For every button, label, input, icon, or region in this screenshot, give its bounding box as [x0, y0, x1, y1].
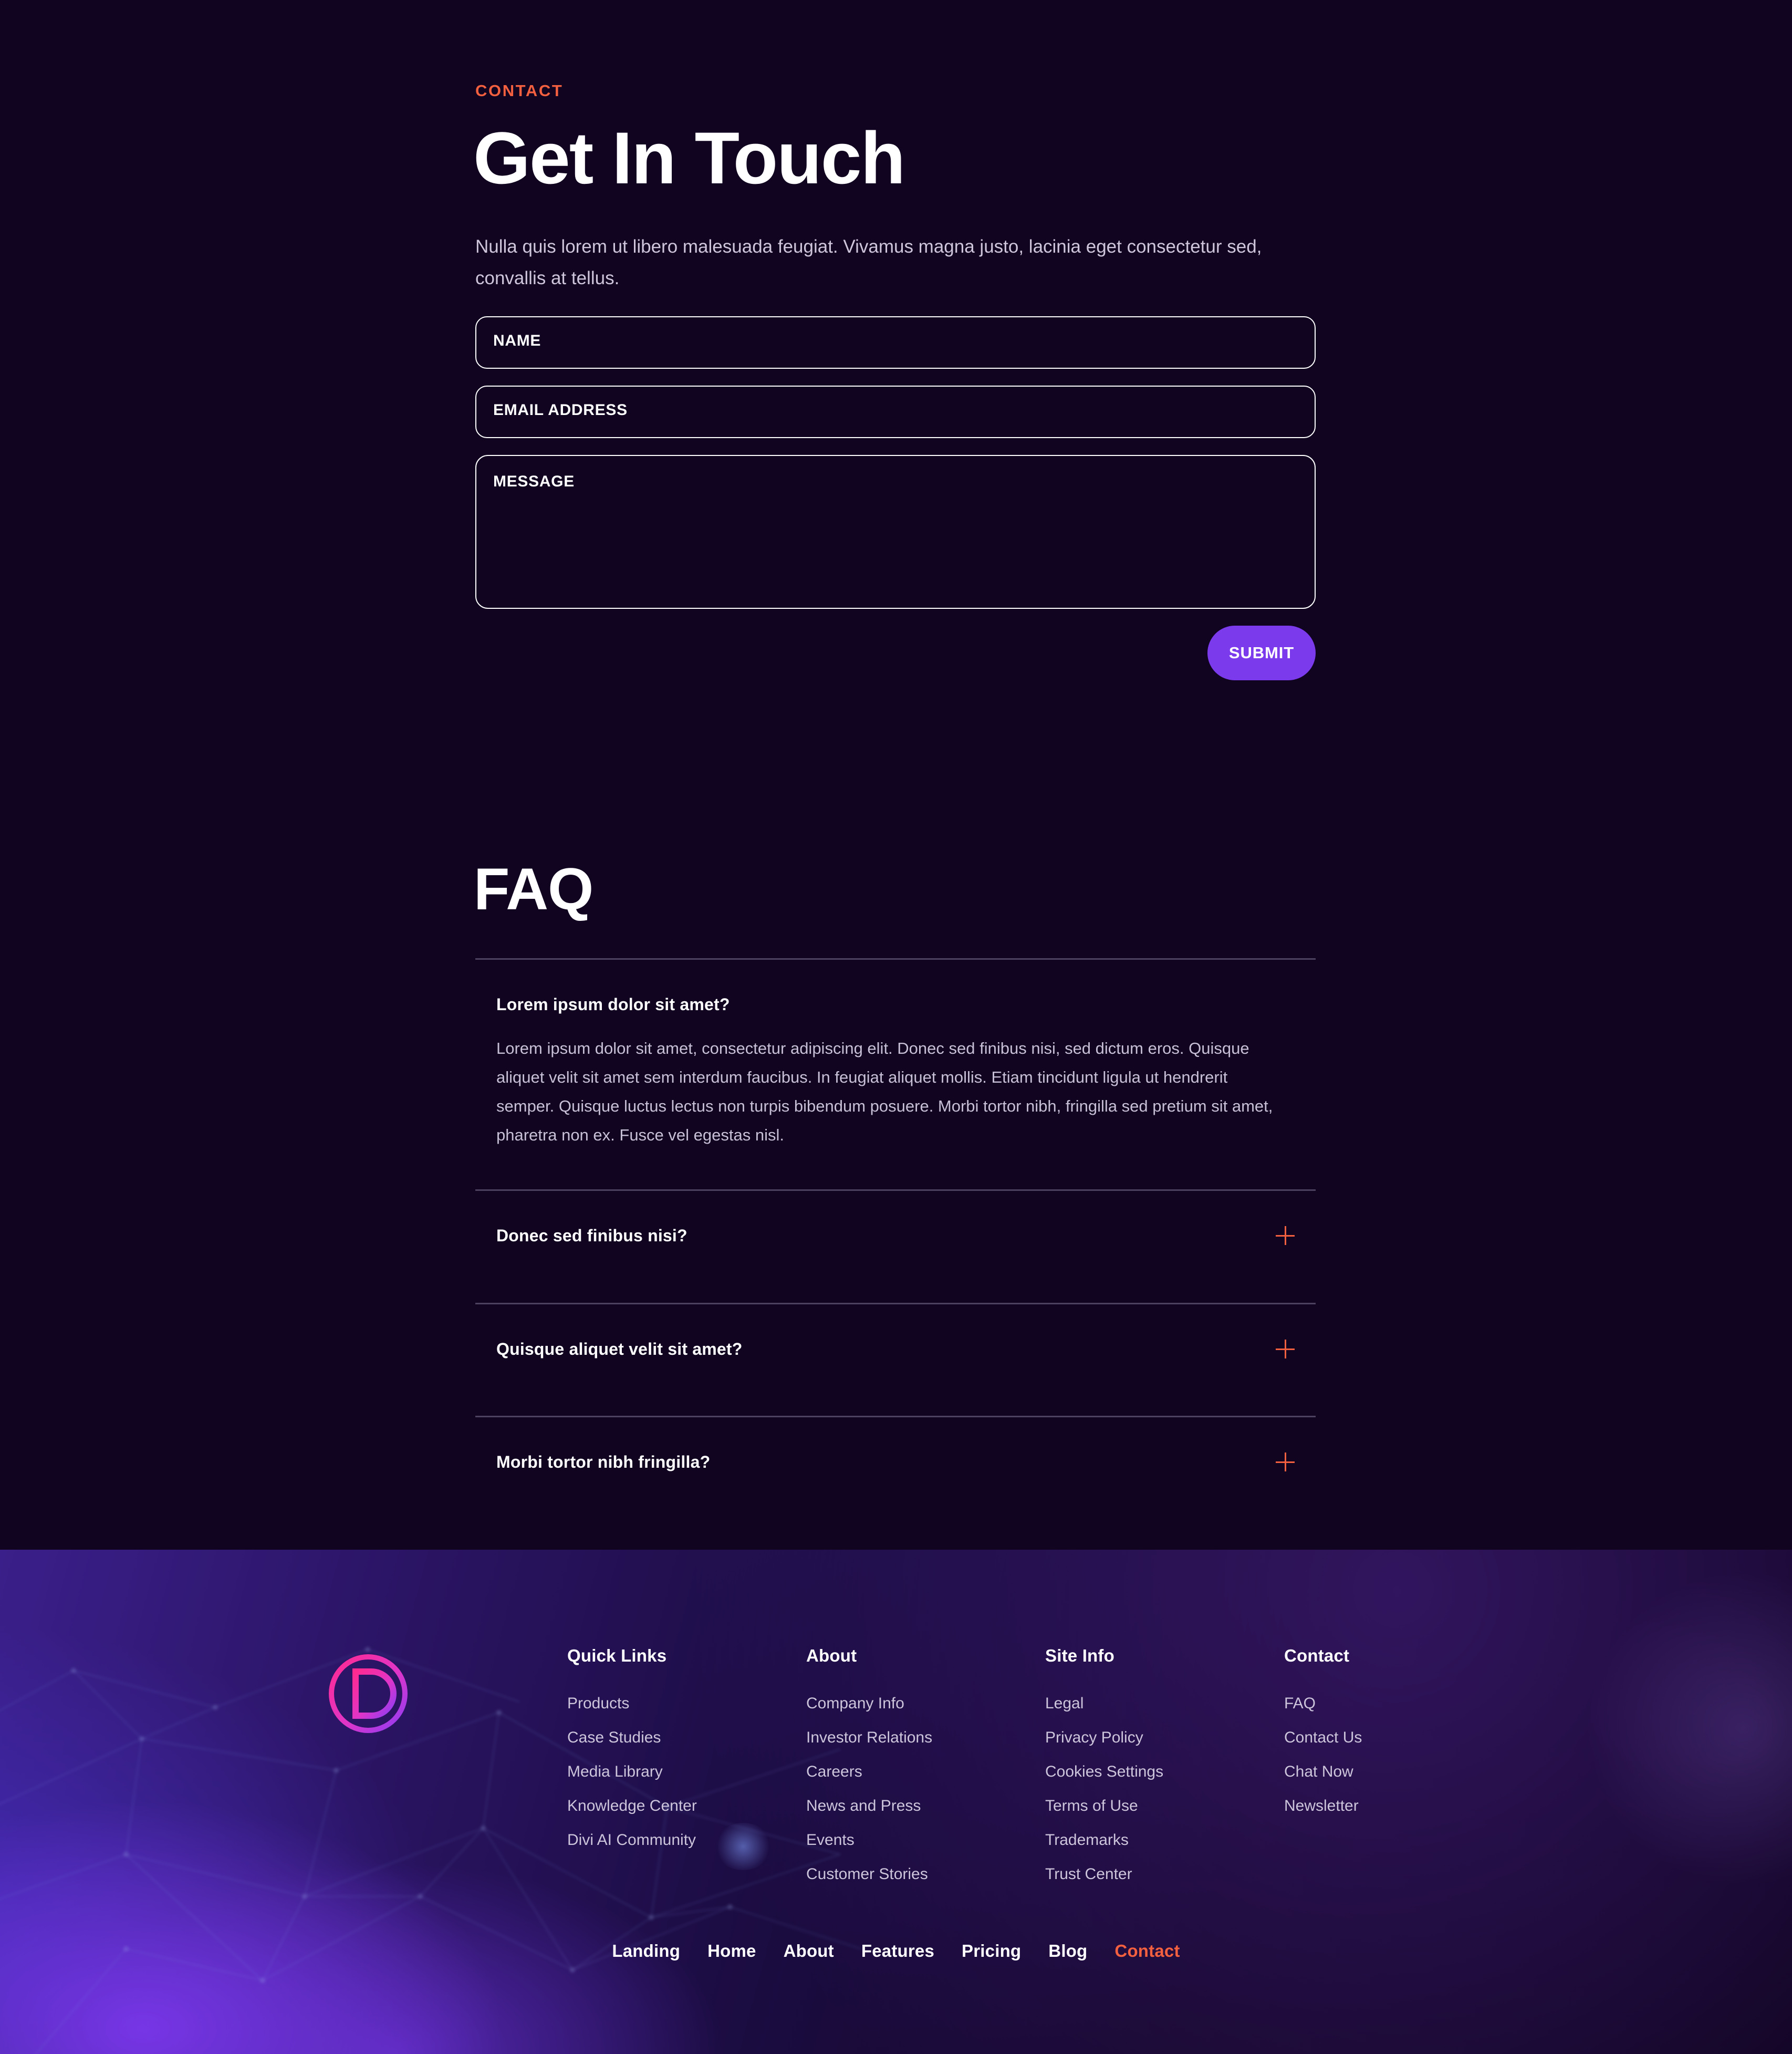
contact-page: CONTACT Get In Touch Nulla quis lorem ut… [0, 0, 1792, 2054]
footer-link[interactable]: Customer Stories [806, 1866, 1045, 1882]
footer-column-about: About Company Info Investor Relations Ca… [806, 1647, 1045, 1901]
plus-icon[interactable] [1276, 1339, 1295, 1358]
faq-list: Lorem ipsum dolor sit amet? Lorem ipsum … [475, 958, 1316, 1529]
footer-link[interactable]: Knowledge Center [567, 1798, 806, 1814]
footer-link[interactable]: Contact Us [1284, 1730, 1494, 1746]
footer-column-quick-links: Quick Links Products Case Studies Media … [567, 1647, 806, 1901]
footer-column-title: Quick Links [567, 1646, 667, 1665]
footer-nav-pricing[interactable]: Pricing [962, 1941, 1021, 1961]
plus-icon[interactable] [1276, 1226, 1295, 1246]
message-field-wrapper: MESSAGE [475, 455, 1316, 609]
footer-link[interactable]: Chat Now [1284, 1764, 1494, 1780]
footer-link[interactable]: Company Info [806, 1696, 1045, 1711]
faq-question: Quisque aliquet velit sit amet? [496, 1339, 743, 1358]
footer-link[interactable]: News and Press [806, 1798, 1045, 1814]
faq-question: Lorem ipsum dolor sit amet? [496, 995, 730, 1014]
footer-link[interactable]: Trademarks [1045, 1832, 1284, 1848]
faq-question: Donec sed finibus nisi? [496, 1226, 687, 1246]
faq-question: Morbi tortor nibh fringilla? [496, 1453, 711, 1472]
footer-nav-about[interactable]: About [784, 1941, 834, 1961]
name-field-wrapper: NAME [475, 316, 1316, 369]
faq-item: Lorem ipsum dolor sit amet? Lorem ipsum … [475, 958, 1316, 1189]
footer-nav-contact[interactable]: Contact [1114, 1941, 1180, 1961]
submit-button[interactable]: SUBMIT [1207, 626, 1316, 680]
faq-collapsed-spacer [475, 1474, 1316, 1529]
email-input[interactable] [476, 387, 1315, 437]
faq-answer: Lorem ipsum dolor sit amet, consectetur … [496, 1039, 1273, 1145]
footer-link[interactable]: Trust Center [1045, 1866, 1284, 1882]
email-field-wrapper: EMAIL ADDRESS [475, 386, 1316, 438]
faq-item: Quisque aliquet velit sit amet? [475, 1302, 1316, 1416]
submit-row: SUBMIT [475, 626, 1316, 689]
name-input[interactable] [476, 317, 1315, 368]
footer-nav-landing[interactable]: Landing [612, 1941, 680, 1961]
faq-item-toggle[interactable]: Morbi tortor nibh fringilla? [475, 1417, 1316, 1474]
contact-form: NAME EMAIL ADDRESS MESSAGE SUBMIT [475, 316, 1316, 689]
footer-link[interactable]: Investor Relations [806, 1730, 1045, 1746]
footer-nav-features[interactable]: Features [861, 1941, 934, 1961]
faq-collapsed-spacer [475, 1360, 1316, 1416]
footer-link[interactable]: Products [567, 1696, 806, 1711]
footer-link[interactable]: Newsletter [1284, 1798, 1494, 1814]
footer-column-title: Contact [1284, 1646, 1350, 1665]
footer-link[interactable]: Privacy Policy [1045, 1730, 1284, 1746]
plus-icon[interactable] [1276, 1453, 1295, 1472]
footer-link[interactable]: Careers [806, 1764, 1045, 1780]
footer-navigation: Landing Home About Features Pricing Blog… [0, 1941, 1792, 1961]
divi-logo[interactable] [325, 1651, 411, 1737]
footer-nav-home[interactable]: Home [707, 1941, 756, 1961]
footer-column-site-info: Site Info Legal Privacy Policy Cookies S… [1045, 1647, 1284, 1901]
footer-column-contact: Contact FAQ Contact Us Chat Now Newslett… [1284, 1647, 1494, 1901]
faq-item-toggle[interactable]: Lorem ipsum dolor sit amet? [475, 960, 1316, 1016]
footer-link[interactable]: Terms of Use [1045, 1798, 1284, 1814]
footer-link-columns: Quick Links Products Case Studies Media … [567, 1647, 1494, 1901]
footer-column-title: About [806, 1646, 857, 1665]
footer-column-title: Site Info [1045, 1646, 1114, 1665]
contact-intro-text: Nulla quis lorem ut libero malesuada feu… [475, 236, 1262, 289]
faq-collapsed-spacer [475, 1247, 1316, 1303]
faq-item: Morbi tortor nibh fringilla? [475, 1416, 1316, 1529]
footer-link[interactable]: Cookies Settings [1045, 1764, 1284, 1780]
footer-link[interactable]: Media Library [567, 1764, 806, 1780]
footer-link[interactable]: FAQ [1284, 1696, 1494, 1711]
footer-nav-blog[interactable]: Blog [1048, 1941, 1087, 1961]
message-input[interactable] [476, 456, 1315, 608]
footer-link[interactable]: Legal [1045, 1696, 1284, 1711]
footer-link[interactable]: Divi AI Community [567, 1832, 806, 1848]
footer-link[interactable]: Case Studies [567, 1730, 806, 1746]
faq-item: Donec sed finibus nisi? [475, 1189, 1316, 1303]
faq-item-toggle[interactable]: Donec sed finibus nisi? [475, 1191, 1316, 1247]
section-eyebrow-contact: CONTACT [475, 81, 564, 100]
page-title: Get In Touch [473, 117, 905, 199]
faq-item-toggle[interactable]: Quisque aliquet velit sit amet? [475, 1304, 1316, 1361]
footer-link[interactable]: Events [806, 1832, 1045, 1848]
faq-section-title: FAQ [474, 856, 593, 922]
footer-content: Quick Links Products Case Studies Media … [0, 1550, 1792, 2054]
site-footer: Quick Links Products Case Studies Media … [0, 1550, 1792, 2054]
